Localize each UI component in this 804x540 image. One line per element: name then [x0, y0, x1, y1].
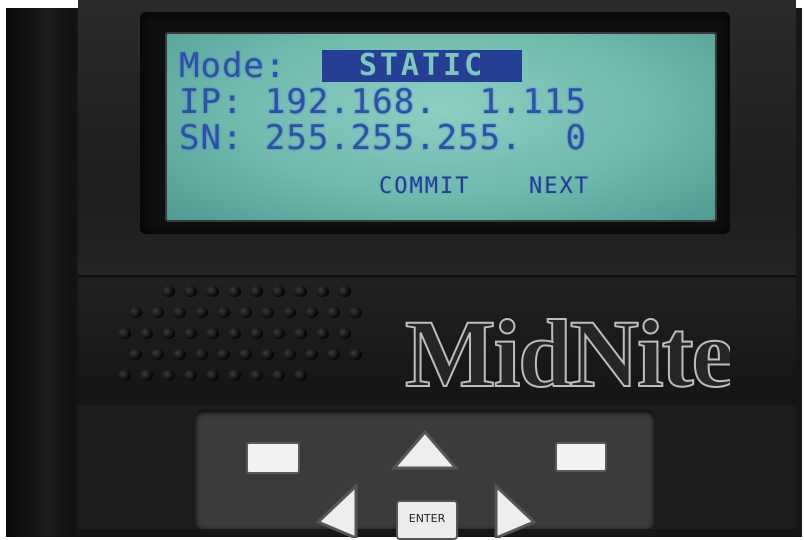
brand-logo: MidNite	[404, 299, 730, 401]
up-arrow-icon[interactable]	[390, 428, 460, 474]
speaker-hole	[118, 370, 131, 381]
speaker-hole	[338, 286, 351, 297]
speaker-hole	[217, 349, 230, 360]
speaker-hole	[129, 349, 142, 360]
speaker-hole	[195, 349, 208, 360]
speaker-hole	[283, 349, 296, 360]
speaker-hole	[118, 328, 131, 339]
speaker-hole	[228, 286, 241, 297]
right-arrow-icon[interactable]	[492, 482, 538, 538]
speaker-hole	[140, 328, 153, 339]
speaker-hole	[184, 328, 197, 339]
speaker-hole	[283, 307, 296, 318]
ip-address-row: IP: 192.168. 1.115	[179, 82, 587, 122]
speaker-hole	[173, 349, 186, 360]
speaker-hole	[349, 349, 362, 360]
speaker-hole	[327, 349, 340, 360]
speaker-hole	[305, 307, 318, 318]
speaker-hole	[140, 370, 153, 381]
speaker-hole	[184, 370, 197, 381]
speaker-hole	[272, 370, 285, 381]
next-softkey[interactable]: NEXT	[529, 174, 590, 199]
speaker-hole	[206, 370, 219, 381]
mode-value-field[interactable]: STATIC	[322, 50, 522, 82]
right-function-button[interactable]	[555, 442, 607, 472]
speaker-hole	[305, 349, 318, 360]
speaker-hole	[162, 370, 175, 381]
speaker-hole	[228, 328, 241, 339]
speaker-hole	[239, 349, 252, 360]
speaker-hole	[294, 328, 307, 339]
speaker-hole	[272, 328, 285, 339]
enter-button[interactable]: ENTER	[396, 500, 458, 540]
speaker-hole	[316, 286, 329, 297]
speaker-hole	[294, 370, 307, 381]
speaker-hole	[129, 307, 142, 318]
commit-softkey[interactable]: COMMIT	[379, 174, 470, 199]
housing-edge	[6, 8, 76, 537]
speaker-hole	[294, 286, 307, 297]
speaker-hole	[217, 307, 230, 318]
speaker-hole	[272, 286, 285, 297]
speaker-hole	[261, 349, 274, 360]
subnet-mask-row: SN: 255.255.255. 0	[179, 118, 587, 158]
speaker-hole	[173, 307, 186, 318]
speaker-hole	[228, 370, 241, 381]
speaker-hole	[151, 307, 164, 318]
speaker-grille-icon	[118, 278, 368, 398]
speaker-hole	[151, 349, 164, 360]
speaker-hole	[184, 286, 197, 297]
speaker-hole	[206, 286, 219, 297]
speaker-hole	[195, 307, 208, 318]
speaker-hole	[162, 286, 175, 297]
speaker-hole	[327, 307, 340, 318]
speaker-hole	[261, 307, 274, 318]
speaker-hole	[250, 328, 263, 339]
left-function-button[interactable]	[246, 442, 300, 474]
lcd-screen: Mode: STATIC IP: 192.168. 1.115 SN: 255.…	[165, 32, 717, 222]
speaker-hole	[206, 328, 219, 339]
speaker-hole	[250, 370, 263, 381]
speaker-hole	[316, 328, 329, 339]
speaker-hole	[349, 307, 362, 318]
mode-label: Mode:	[179, 46, 287, 86]
left-arrow-icon[interactable]	[314, 482, 360, 538]
speaker-hole	[239, 307, 252, 318]
speaker-hole	[250, 286, 263, 297]
brand-name: MidNite	[405, 300, 730, 401]
speaker-hole	[338, 328, 351, 339]
speaker-hole	[162, 328, 175, 339]
